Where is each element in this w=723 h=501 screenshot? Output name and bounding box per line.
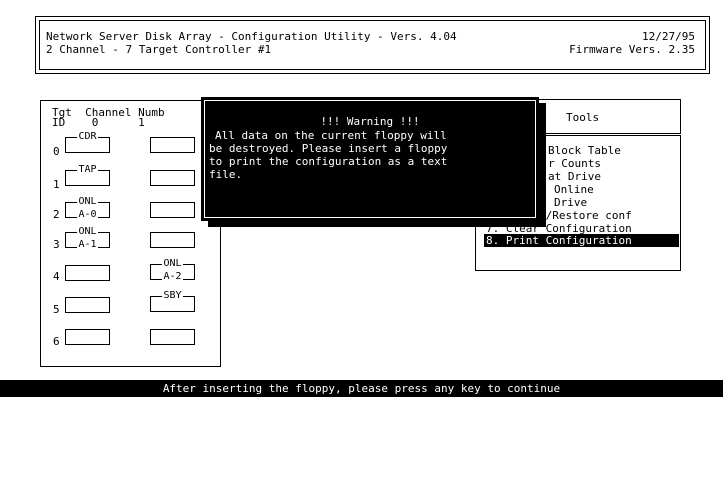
slot-ch0-id2[interactable]: ONL A-0 — [65, 196, 110, 220]
status-bar: After inserting the floppy, please press… — [0, 380, 723, 397]
warning-line-3: to print the configuration as a text — [209, 155, 448, 168]
target-id-1: 1 — [53, 178, 60, 191]
warning-dialog: !!! Warning !!! All data on the current … — [201, 97, 539, 221]
target-id-4: 4 — [53, 270, 60, 283]
warning-line-4: file. — [209, 168, 243, 181]
slot-ch0-id4[interactable] — [65, 265, 110, 281]
app-title: Network Server Disk Array - Configuratio… — [46, 30, 457, 43]
slot-ch0-id1[interactable]: TAP — [65, 164, 110, 186]
tools-item-print-configuration[interactable]: 8. Print Configuration — [484, 234, 679, 247]
target-heading-2: ID 0 1 — [52, 116, 145, 129]
slot-ch0-id6[interactable] — [65, 329, 110, 345]
tools-item-3[interactable]: at Drive — [548, 170, 601, 183]
slot-ch0-id5[interactable] — [65, 297, 110, 313]
slot-ch0-id0[interactable]: CDR — [65, 131, 110, 153]
slot-ch1-id5[interactable]: SBY — [150, 290, 195, 312]
target-channel-panel: Tgt Channel Numb ID 0 1 0 1 2 3 4 5 6 CD… — [38, 98, 223, 369]
slot-ch1-id3[interactable] — [150, 232, 195, 248]
controller-info: 2 Channel - 7 Target Controller #1 — [46, 43, 272, 56]
status-message: After inserting the floppy, please press… — [162, 382, 561, 395]
tools-item-1[interactable]: Block Table — [548, 144, 621, 157]
target-id-2: 2 — [53, 208, 60, 221]
warning-line-2: be destroyed. Please insert a floppy — [209, 142, 448, 155]
tools-item-5[interactable]: Drive — [554, 196, 587, 209]
header-date: 12/27/95 — [642, 30, 695, 43]
tools-item-4[interactable]: Online — [554, 183, 594, 196]
warning-title: !!! Warning !!! — [320, 115, 420, 128]
tools-item-2[interactable]: r Counts — [548, 157, 601, 170]
header-panel: Network Server Disk Array - Configuratio… — [35, 16, 710, 74]
slot-ch0-id3[interactable]: ONL A-1 — [65, 226, 110, 250]
slot-ch1-id2[interactable] — [150, 202, 195, 218]
target-id-0: 0 — [53, 145, 60, 158]
target-id-5: 5 — [53, 303, 60, 316]
firmware-version: Firmware Vers. 2.35 — [569, 43, 695, 56]
slot-ch1-id6[interactable] — [150, 329, 195, 345]
tools-title: Tools — [566, 111, 600, 124]
warning-line-1: All data on the current floppy will — [215, 129, 447, 142]
target-id-6: 6 — [53, 335, 60, 348]
slot-ch1-id0[interactable] — [150, 137, 195, 153]
slot-ch1-id1[interactable] — [150, 170, 195, 186]
target-id-3: 3 — [53, 238, 60, 251]
slot-ch1-id4[interactable]: ONL A-2 — [150, 258, 195, 282]
